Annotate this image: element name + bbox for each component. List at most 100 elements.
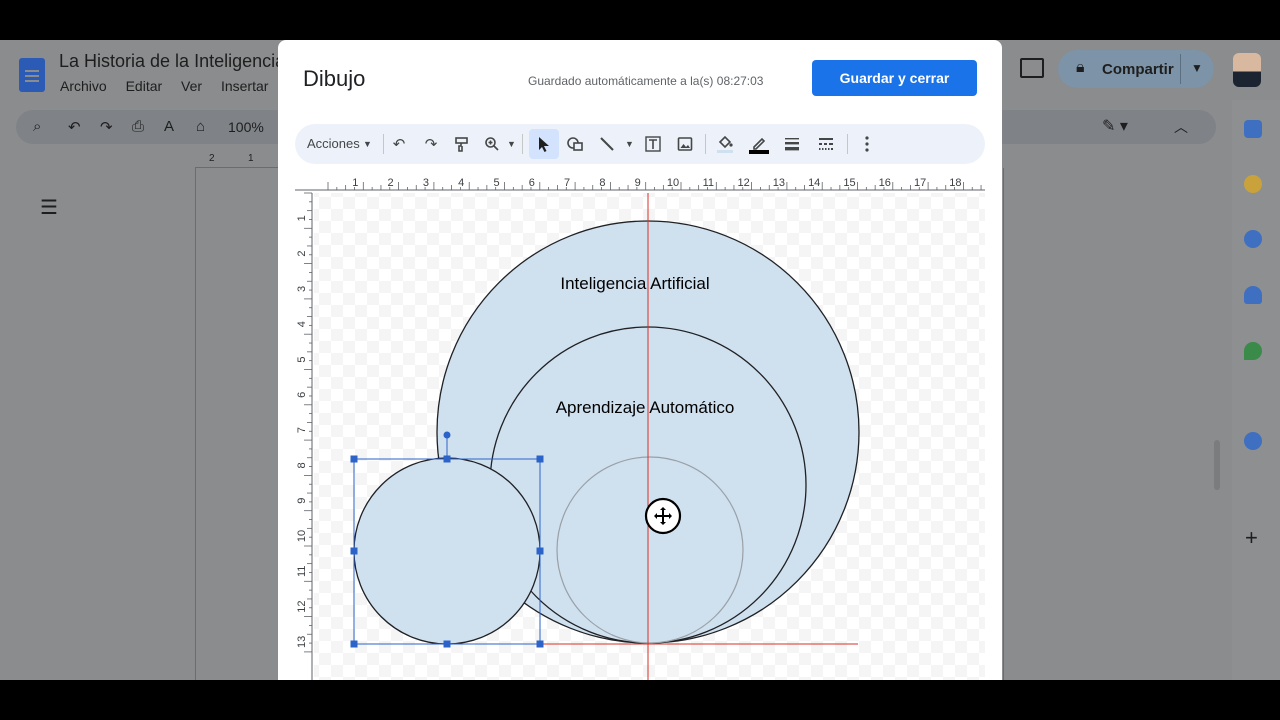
chevron-up-icon[interactable]: ︿ — [1174, 117, 1188, 137]
ruler-h-label: 1 — [352, 177, 358, 189]
ruler-h-label: 12 — [737, 177, 749, 189]
spellcheck-icon[interactable]: A — [164, 118, 174, 135]
document-title[interactable]: La Historia de la Inteligencia — [59, 51, 285, 72]
menu-archivo[interactable]: Archivo — [60, 78, 107, 94]
letterbox-top — [0, 0, 1280, 40]
ruler-h-label: 15 — [843, 177, 855, 189]
share-label: Compartir — [1102, 61, 1174, 78]
edit-mode-icon[interactable]: ✎ ▾ — [1102, 116, 1128, 136]
line-icon[interactable] — [596, 131, 618, 157]
caret-down-icon: ▼ — [363, 139, 372, 149]
paint-format-icon[interactable] — [451, 131, 473, 157]
resize-handle[interactable] — [350, 547, 358, 555]
outline-icon[interactable]: ☰ — [40, 195, 58, 220]
menu-editar[interactable]: Editar — [126, 78, 163, 94]
ruler-h-label: 5 — [493, 177, 499, 189]
ruler-h-label: 6 — [529, 177, 535, 189]
drawing-canvas-area[interactable]: 12345678910111213141516171819 1234567891… — [295, 173, 1000, 680]
undo-icon[interactable]: ↶ — [68, 118, 81, 136]
resize-handle[interactable] — [443, 640, 451, 648]
share-divider — [1180, 54, 1181, 84]
docs-page-edge-right — [1003, 168, 1012, 680]
resize-handle[interactable] — [350, 640, 358, 648]
menu-insertar[interactable]: Insertar — [221, 78, 268, 94]
lock-icon: 🔒︎ — [1076, 59, 1085, 76]
ruler-label: 1 — [248, 153, 254, 164]
add-icon[interactable]: + — [1245, 525, 1258, 551]
label-inteligencia-artificial[interactable]: Inteligencia Artificial — [560, 274, 709, 293]
search-icon[interactable]: ⌕ — [33, 118, 41, 135]
ruler-h-label: 9 — [635, 177, 641, 189]
ruler-h-label: 8 — [599, 177, 605, 189]
ruler-h-label: 2 — [388, 177, 394, 189]
ruler-h-label: 4 — [458, 177, 464, 189]
ruler-v-label: 13 — [296, 636, 308, 648]
avatar[interactable] — [1233, 53, 1261, 87]
ruler-v-label: 1 — [296, 215, 308, 221]
rotate-handle[interactable] — [443, 431, 451, 439]
toolbar-divider — [847, 134, 848, 154]
tasks-icon[interactable] — [1244, 230, 1262, 248]
more-icon[interactable] — [856, 131, 878, 157]
undo-icon[interactable]: ↶ — [388, 131, 410, 157]
select-icon[interactable] — [533, 131, 555, 157]
contacts-icon[interactable] — [1244, 286, 1262, 304]
maps-icon[interactable] — [1244, 342, 1262, 360]
drawing-canvas[interactable]: 12345678910111213141516171819 1234567891… — [295, 173, 1000, 680]
line-dash-icon[interactable] — [815, 131, 837, 157]
actions-menu[interactable]: Acciones — [307, 136, 360, 151]
docs-menu-bar: Archivo Editar Ver Insertar — [60, 78, 283, 94]
shape-icon[interactable] — [563, 131, 587, 157]
zoom-caret-icon[interactable]: ▼ — [507, 139, 516, 149]
label-aprendizaje-automatico[interactable]: Aprendizaje Automático — [556, 398, 735, 417]
resize-handle[interactable] — [536, 547, 544, 555]
ruler-h-label: 13 — [773, 177, 785, 189]
ruler-h-label: 14 — [808, 177, 820, 189]
docs-page-edge — [195, 168, 281, 680]
drawing-toolbar: Acciones ▼ ↶ ↷ ▼ ▼ — [295, 124, 985, 164]
ruler-v-label: 11 — [296, 566, 308, 577]
ruler-v-label: 8 — [296, 462, 308, 468]
dialog-title: Dibujo — [303, 66, 366, 91]
paint-format-icon[interactable]: ⌂ — [196, 118, 205, 135]
ruler-h-label: 7 — [564, 177, 570, 189]
addon-icon[interactable] — [1244, 432, 1262, 450]
image-icon[interactable] — [674, 131, 696, 157]
ruler-v-label: 6 — [296, 392, 308, 398]
line-color-icon[interactable] — [747, 131, 771, 157]
ruler-v-label: 12 — [296, 600, 308, 612]
toolbar-divider — [383, 134, 384, 154]
zoom-icon[interactable] — [481, 131, 503, 157]
dragged-circle[interactable] — [353, 457, 541, 645]
docs-ruler: 2 1 — [195, 153, 280, 168]
drawing-dialog: Dibujo Guardado automáticamente a la(s) … — [278, 40, 1002, 680]
resize-handle[interactable] — [536, 455, 544, 463]
redo-icon[interactable]: ↷ — [100, 118, 113, 136]
ruler-v-label: 10 — [296, 530, 308, 542]
redo-icon[interactable]: ↷ — [420, 131, 442, 157]
zoom-level[interactable]: 100% — [228, 119, 264, 135]
toolbar-divider — [705, 134, 706, 154]
keep-icon[interactable] — [1244, 175, 1262, 193]
chevron-down-icon[interactable]: ▼ — [1191, 61, 1203, 75]
scrollbar[interactable] — [1214, 440, 1220, 490]
save-and-close-button[interactable]: Guardar y cerrar — [812, 60, 977, 96]
line-weight-icon[interactable] — [781, 131, 803, 157]
fill-color-icon[interactable] — [713, 131, 737, 157]
calendar-icon[interactable] — [1244, 120, 1262, 138]
resize-handle[interactable] — [443, 455, 451, 463]
text-box-icon[interactable] — [641, 131, 665, 157]
line-caret-icon[interactable]: ▼ — [625, 139, 634, 149]
toolbar-divider — [522, 134, 523, 154]
resize-handle[interactable] — [536, 640, 544, 648]
ruler-v-label: 5 — [296, 356, 308, 362]
ruler-h-label: 10 — [667, 177, 679, 189]
print-icon[interactable]: ⎙ — [132, 118, 144, 135]
menu-ver[interactable]: Ver — [181, 78, 202, 94]
ruler-h-label: 3 — [423, 177, 429, 189]
ruler-v-label: 4 — [296, 321, 308, 327]
inner-circle-ghost[interactable] — [556, 456, 744, 644]
resize-handle[interactable] — [350, 455, 358, 463]
comment-icon[interactable] — [1020, 58, 1044, 78]
ruler-h-label: 11 — [703, 177, 714, 189]
